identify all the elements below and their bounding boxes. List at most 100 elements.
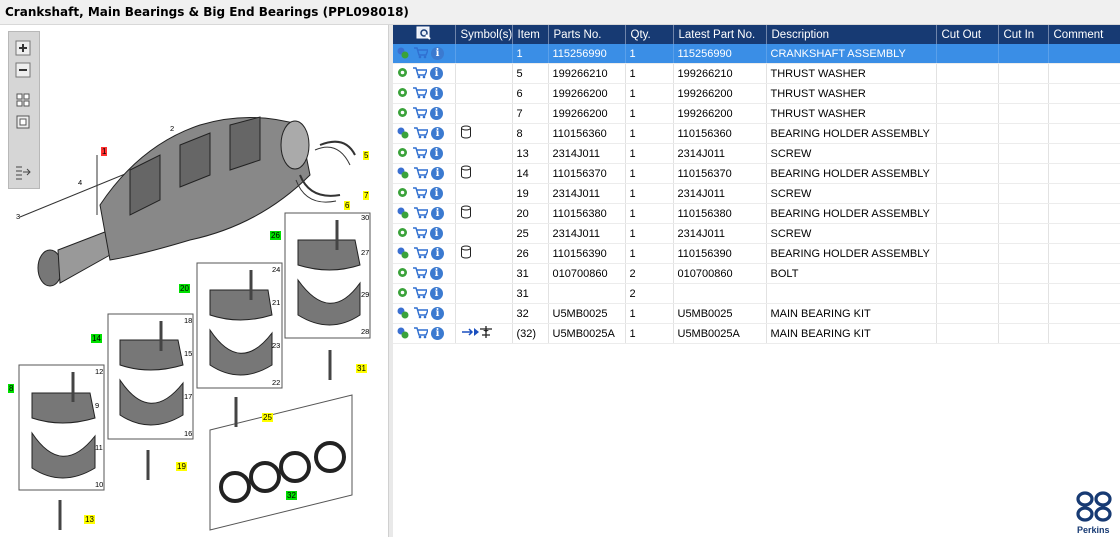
callout-5[interactable]: 5: [363, 151, 370, 160]
latest-part-cell: 199266210: [673, 63, 767, 84]
cart-icon[interactable]: [412, 226, 429, 242]
table-row[interactable]: i 19 2314J011 1 2314J011 SCREW: [393, 183, 1120, 204]
callout-1[interactable]: 1: [101, 147, 108, 156]
info-icon[interactable]: i: [431, 307, 444, 320]
gear-icon[interactable]: [396, 106, 409, 122]
table-row[interactable]: i 7 199266200 1 199266200 THRUST WASHER: [393, 103, 1120, 124]
assembly-gears-icon[interactable]: [396, 46, 410, 62]
callout-19[interactable]: 19: [176, 462, 187, 471]
gear-icon[interactable]: [396, 66, 409, 82]
cart-icon[interactable]: [413, 246, 430, 262]
assembly-gears-icon[interactable]: [396, 206, 410, 222]
info-icon[interactable]: i: [430, 67, 443, 80]
info-icon[interactable]: i: [430, 267, 443, 280]
cart-icon[interactable]: [412, 86, 429, 102]
cart-icon[interactable]: [412, 66, 429, 82]
table-row[interactable]: i 1 115256990 1 115256990 CRANKSHAFT ASSEMBLY: [393, 44, 1120, 64]
callout-25[interactable]: 25: [262, 413, 273, 422]
cart-icon[interactable]: [412, 106, 429, 122]
row-actions: i: [393, 243, 456, 264]
part-number-label: 4: [78, 178, 83, 187]
header-comment[interactable]: Comment: [1048, 25, 1120, 44]
callout-6[interactable]: 6: [344, 201, 351, 210]
header-qty[interactable]: Qty.: [625, 25, 674, 44]
cut-in-cell: [998, 143, 1049, 164]
cut-in-cell: [998, 323, 1049, 344]
cart-icon[interactable]: [412, 266, 429, 282]
info-icon[interactable]: i: [430, 287, 443, 300]
search-icon[interactable]: [416, 26, 432, 40]
callout-26[interactable]: 26: [270, 231, 281, 240]
comment-cell: [1048, 63, 1120, 84]
info-icon[interactable]: i: [430, 107, 443, 120]
info-icon[interactable]: i: [431, 327, 444, 340]
table-row[interactable]: i 25 2314J011 1 2314J011 SCREW: [393, 223, 1120, 244]
gear-icon[interactable]: [396, 266, 409, 282]
assembly-gears-icon[interactable]: [396, 246, 410, 262]
cylinder-icon: [460, 165, 472, 182]
table-row[interactable]: i 14 110156370 1 110156370 BEARING HOLDER ASS…: [393, 163, 1120, 184]
exploded-diagram[interactable]: 1 5 7 6 26 20 14 8 31 25 19 13 32 2 3 4 …: [0, 25, 388, 537]
cart-icon[interactable]: [412, 146, 429, 162]
table-row[interactable]: i 26 110156390 1 110156390 BEARING HOLDER ASS…: [393, 243, 1120, 264]
cart-icon[interactable]: [413, 206, 430, 222]
cart-icon[interactable]: [413, 306, 430, 322]
table-row[interactable]: i 31 2: [393, 283, 1120, 304]
callout-20[interactable]: 20: [179, 284, 190, 293]
header-cut-in[interactable]: Cut In: [998, 25, 1049, 44]
symbol-cell: [455, 83, 513, 104]
header-cut-out[interactable]: Cut Out: [936, 25, 999, 44]
qty-cell: 1: [625, 123, 674, 144]
cart-icon[interactable]: [413, 326, 430, 342]
cart-icon[interactable]: [413, 126, 430, 142]
callout-32[interactable]: 32: [286, 491, 297, 500]
comment-cell: [1048, 103, 1120, 124]
header-description[interactable]: Description: [766, 25, 937, 44]
table-row[interactable]: i 8 110156360 1 110156360 BEARING HOLDER ASSE…: [393, 123, 1120, 144]
header-latest-part-no[interactable]: Latest Part No.: [673, 25, 767, 44]
gear-icon[interactable]: [396, 286, 409, 302]
info-icon[interactable]: i: [430, 187, 443, 200]
gear-icon[interactable]: [396, 226, 409, 242]
part-number-cell: 010700860: [548, 263, 626, 284]
info-icon[interactable]: i: [430, 147, 443, 160]
assembly-gears-icon[interactable]: [396, 306, 410, 322]
cart-icon[interactable]: [413, 166, 430, 182]
table-row[interactable]: i 31 010700860 2 010700860 BOLT: [393, 263, 1120, 284]
table-row[interactable]: i 5 199266210 1 199266210 THRUST WASHER: [393, 63, 1120, 84]
header-icons[interactable]: [393, 25, 456, 44]
cart-icon[interactable]: [412, 286, 429, 302]
gear-icon[interactable]: [396, 146, 409, 162]
info-icon[interactable]: i: [430, 227, 443, 240]
assembly-gears-icon[interactable]: [396, 326, 410, 342]
table-row[interactable]: i (32) U5MB0025A 1 U5MB0025A MAIN BEARING KIT: [393, 323, 1120, 344]
callout-31[interactable]: 31: [356, 364, 367, 373]
callout-8[interactable]: 8: [8, 384, 15, 393]
table-row[interactable]: i 32 U5MB0025 1 U5MB0025 MAIN BEARING KIT: [393, 303, 1120, 324]
gear-icon[interactable]: [396, 86, 409, 102]
table-row[interactable]: i 13 2314J011 1 2314J011 SCREW: [393, 143, 1120, 164]
table-row[interactable]: i 20 110156380 1 110156380 BEARING HOLDER ASS…: [393, 203, 1120, 224]
cart-icon[interactable]: [412, 186, 429, 202]
info-icon[interactable]: i: [431, 247, 444, 260]
cylinder-icon: [460, 245, 472, 262]
header-symbols[interactable]: Symbol(s): [455, 25, 513, 44]
gear-icon[interactable]: [396, 186, 409, 202]
assembly-gears-icon[interactable]: [396, 166, 410, 182]
assembly-gears-icon[interactable]: [396, 126, 410, 142]
cart-icon[interactable]: [413, 46, 430, 62]
header-parts-no[interactable]: Parts No.: [548, 25, 626, 44]
cut-out-cell: [936, 183, 999, 204]
info-icon[interactable]: i: [431, 127, 444, 140]
callout-14[interactable]: 14: [91, 334, 102, 343]
info-icon[interactable]: i: [431, 167, 444, 180]
part-number-label: 27: [361, 248, 370, 257]
callout-13[interactable]: 13: [84, 515, 95, 524]
info-icon[interactable]: i: [430, 87, 443, 100]
table-row[interactable]: i 6 199266200 1 199266200 THRUST WASHER: [393, 83, 1120, 104]
header-item[interactable]: Item: [512, 25, 549, 44]
callout-7[interactable]: 7: [363, 191, 370, 200]
info-icon[interactable]: i: [431, 207, 444, 220]
cut-in-cell: [998, 303, 1049, 324]
info-icon[interactable]: i: [431, 47, 444, 60]
